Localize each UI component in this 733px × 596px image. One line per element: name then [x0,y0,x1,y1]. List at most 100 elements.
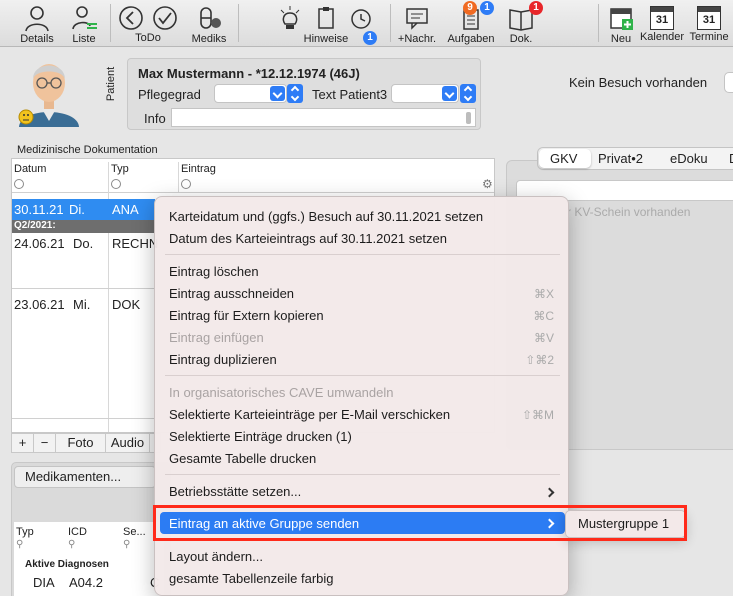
tab-edoku[interactable]: eDoku [670,151,708,166]
message-icon [406,8,428,30]
text-patient-label: Text Patient3 [312,87,388,102]
menu-item-set-entry-date[interactable]: Datum des Karteieintrags auf 30.11.2021 … [169,231,447,246]
audio-button[interactable]: Audio [106,434,150,452]
row-date: 24.06.21 [14,236,65,251]
hinweise-button[interactable]: Hinweise [300,2,352,46]
dok-label: Dok. [509,33,533,45]
aufgaben-badge-orange: 9 [463,1,477,15]
column-header-typ[interactable]: Typ [16,526,34,538]
filter-radio-eintrag[interactable] [181,179,191,189]
documentation-footer: + − Foto Audio [11,433,161,453]
diagnosis-icd: A04.2 [69,575,103,590]
main-toolbar: Details Liste ToDo Mediks Hinweise 1 +Na… [0,0,733,47]
row-type: RECHN [112,236,159,251]
column-header-typ[interactable]: Typ [111,163,129,175]
text-patient-stepper[interactable] [460,84,476,103]
termine-button[interactable]: 31 Termine [686,2,732,46]
column-header-datum[interactable]: Datum [14,163,46,175]
menu-item-change-layout[interactable]: Layout ändern... [169,549,263,564]
menu-separator [165,474,560,475]
aufgaben-badge-blue: 1 [480,1,494,15]
chevron-down-icon [270,86,285,101]
shortcut-copy: ⌘C [533,309,554,323]
column-header-icd[interactable]: ICD [68,526,87,538]
menu-item-print-selected[interactable]: Selektierte Einträge drucken (1) [169,429,352,444]
row-divider [12,418,155,419]
filter-radio-typ[interactable] [111,179,121,189]
details-label: Details [20,33,54,45]
patient-name: Max Mustermann - *12.12.1974 (46J) [138,66,360,81]
kalender-label: Kalender [639,31,685,43]
tab-privat[interactable]: Privat•2 [598,151,643,166]
patient-side-label: Patient [105,66,118,102]
search-icon[interactable]: ⚲ [68,539,75,550]
hinweise-badge: 1 [363,31,377,45]
nachr-label: +Nachr. [397,33,437,45]
new-message-button[interactable]: +Nachr. [396,2,438,46]
text-patient-select[interactable] [391,84,459,103]
toolbar-divider [598,4,599,42]
row-day: Di. [69,202,85,217]
menu-item-duplicate-entry[interactable]: Eintrag duplizieren [169,352,277,367]
mediks-button[interactable]: Mediks [188,2,230,46]
diagnosis-group-label: Aktive Diagnosen [25,559,109,570]
menu-item-email-entries[interactable]: Selektierte Karteieinträge per E-Mail ve… [169,407,450,422]
check-circle-icon [153,6,177,30]
pill-icon [200,7,221,29]
row-date: 23.06.21 [14,297,65,312]
header-divider [12,192,494,193]
add-entry-button[interactable]: + [12,434,34,452]
menu-item-cut-entry[interactable]: Eintrag ausschneiden [169,286,294,301]
todo-label: ToDo [135,32,161,44]
menu-item-copy-extern[interactable]: Eintrag für Extern kopieren [169,308,324,323]
tab-medikamente[interactable]: Medikamenten... [14,466,156,488]
remove-entry-button[interactable]: − [34,434,56,452]
calendar-list-icon: 31 [697,6,721,30]
tab-gkv[interactable]: GKV [550,151,577,166]
hinweise-label: Hinweise [303,33,349,45]
person-list-icon [72,6,97,30]
aufgaben-label: Aufgaben [447,33,495,45]
annotation-highlight-box [153,505,687,541]
menu-item-set-betriebsstaette[interactable]: Betriebsstätte setzen... [169,484,301,499]
column-header-se[interactable]: Se... [123,526,146,538]
billing-tabs: GKV Privat•2 eDoku D [537,147,733,170]
todo-label-wrap: ToDo [133,32,163,46]
toolbar-divider [238,4,239,42]
pflegegrad-select[interactable] [214,84,287,103]
gear-icon[interactable]: ⚙ [482,177,493,191]
visit-select[interactable] [724,72,733,93]
kv-schein-status: r KV-Schein vorhanden [567,205,691,219]
column-header-eintrag[interactable]: Eintrag [181,163,216,175]
documentation-title: Medizinische Dokumentation [17,144,158,156]
back-arrow-icon [119,6,143,30]
liste-label: Liste [72,33,96,45]
toolbar-divider [110,4,111,42]
patient-avatar[interactable] [14,55,84,127]
pflegegrad-stepper[interactable] [287,84,303,103]
tab-d[interactable]: D [729,151,733,166]
kalender-button[interactable]: 31 Kalender [638,2,686,46]
neu-label: Neu [610,33,632,45]
row-day: Mi. [73,297,91,312]
calendar-icon: 31 [650,6,674,30]
menu-item-print-table[interactable]: Gesamte Tabelle drucken [169,451,316,466]
row-divider [12,288,155,289]
termine-day: 31 [702,14,716,26]
info-field[interactable] [171,108,476,127]
filter-radio-datum[interactable] [14,179,24,189]
alarm-clock-icon [351,9,371,29]
menu-item-set-karteidatum[interactable]: Karteidatum und (ggfs.) Besuch auf 30.11… [169,209,483,224]
shortcut-email: ⇧⌘M [521,408,554,422]
search-icon[interactable]: ⚲ [123,539,130,550]
search-icon[interactable]: ⚲ [16,539,23,550]
dok-badge: 1 [529,1,543,15]
liste-button[interactable]: Liste [64,2,104,46]
calendar-add-icon [610,8,633,30]
toolbar-divider [390,4,391,42]
menu-item-delete-entry[interactable]: Eintrag löschen [169,264,259,279]
menu-item-color-row[interactable]: gesamte Tabellenzeile farbig [169,571,334,586]
foto-button[interactable]: Foto [56,434,106,452]
neu-button[interactable]: Neu [606,2,636,46]
details-button[interactable]: Details [14,2,60,46]
